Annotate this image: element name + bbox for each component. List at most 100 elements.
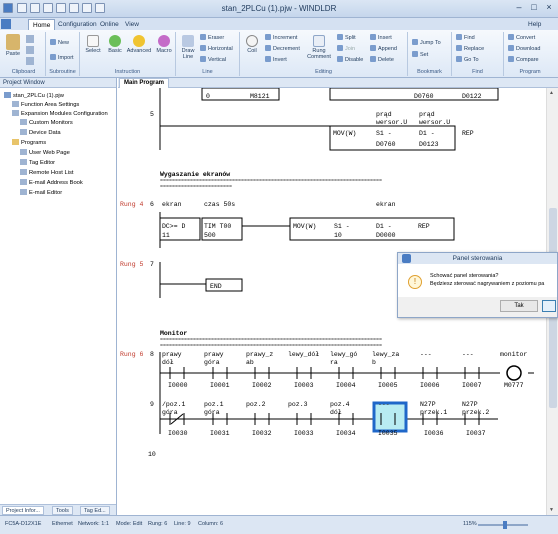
compare-button[interactable]: Compare [508, 56, 539, 63]
tree-item[interactable]: Remote Host List [20, 169, 73, 177]
tab-tag-editor[interactable]: Tag Ed... [80, 506, 110, 515]
minimize-button[interactable]: – [512, 2, 526, 14]
comment: prąd [376, 111, 392, 118]
cut-icon[interactable] [26, 35, 34, 43]
rung-comment-button[interactable]: Rung Comment [306, 35, 332, 60]
comment: N27P [462, 401, 478, 408]
contact-address[interactable]: I0036 [424, 430, 444, 437]
coil-button[interactable]: Coil [242, 35, 262, 54]
vertical-button[interactable]: Vertical [200, 56, 226, 63]
close-button[interactable]: × [542, 2, 556, 14]
tree-item[interactable]: Function Area Settings [12, 101, 79, 109]
tree-item[interactable]: Tag Editor [20, 159, 55, 167]
contact-address[interactable]: I0005 [378, 382, 398, 389]
draw-line-button[interactable]: Draw Line [178, 35, 198, 60]
contact-address[interactable]: I0000 [168, 382, 188, 389]
coil-monitor[interactable] [506, 365, 522, 381]
scroll-up-icon[interactable]: ▲ [549, 90, 556, 96]
new-subroutine-button[interactable]: New [50, 39, 69, 46]
insert-button[interactable]: Insert [370, 34, 392, 41]
tree-item[interactable]: Device Data [20, 129, 61, 137]
contact-address[interactable]: I0033 [294, 430, 314, 437]
macro-button[interactable]: Macro [154, 35, 174, 54]
tab-project-info[interactable]: Project Infor... [2, 506, 44, 515]
operand: 0 [206, 93, 210, 100]
comment: poz.2 [246, 401, 266, 408]
jump-to-button[interactable]: Jump To [412, 39, 441, 46]
tab-view[interactable]: View [121, 19, 143, 30]
operand: D0760 [414, 93, 434, 100]
no-button[interactable] [542, 300, 556, 312]
find-button[interactable]: Find [456, 34, 475, 41]
tab-home[interactable]: Home [28, 19, 56, 30]
operand: REP [418, 223, 430, 230]
tree-item[interactable]: User Web Page [20, 149, 70, 157]
scroll-down-icon[interactable]: ▼ [549, 507, 556, 513]
tree-item[interactable]: E-mail Editor [20, 189, 62, 197]
append-button[interactable]: Append [370, 45, 397, 52]
coil-address[interactable]: M0777 [504, 382, 524, 389]
contact-address[interactable]: I0035 [378, 430, 398, 437]
maximize-button[interactable]: □ [527, 2, 541, 14]
contact-address[interactable]: I0003 [294, 382, 314, 389]
split-button[interactable]: Split [337, 34, 356, 41]
join-button[interactable]: Join [337, 45, 355, 52]
contact-address[interactable]: I0007 [462, 382, 482, 389]
contact-address[interactable]: I0004 [336, 382, 356, 389]
contact-address[interactable]: I0006 [420, 382, 440, 389]
contact-address[interactable]: I0034 [336, 430, 356, 437]
select-button[interactable]: Select [83, 35, 103, 54]
find-group: Find Replace Go To Find [452, 32, 504, 76]
app-icon [402, 254, 411, 263]
disable-button[interactable]: Disable [337, 56, 363, 63]
contact-address[interactable]: I0031 [210, 430, 230, 437]
go-to-button[interactable]: Go To [456, 56, 479, 63]
replace-button[interactable]: Replace [456, 45, 484, 52]
compare-instruction[interactable]: DC>= D [162, 223, 186, 230]
help-button[interactable]: Help [524, 19, 545, 30]
comment: przek.2 [462, 409, 489, 416]
operand: REP [462, 130, 474, 137]
tree-item[interactable]: Programs [12, 139, 46, 147]
instruction-mov[interactable]: MOV(W) [333, 130, 356, 137]
tab-configuration[interactable]: Configuration [54, 19, 101, 30]
app-menu-button[interactable] [1, 19, 11, 29]
tab-main-program[interactable]: Main Program [119, 78, 170, 88]
basic-button[interactable]: Basic [105, 35, 125, 54]
tree-root[interactable]: stan_2PLCu (1).pjw [4, 92, 64, 100]
set-bookmark-button[interactable]: Set [412, 51, 428, 58]
rung-comment-icon [313, 35, 325, 47]
contact-address[interactable]: I0030 [168, 430, 188, 437]
increment-button[interactable]: Increment [265, 34, 297, 41]
host-icon [20, 169, 27, 175]
contact-address[interactable]: I0002 [252, 382, 272, 389]
tab-tools[interactable]: Tools [52, 506, 73, 515]
tree-item[interactable]: Custom Monitors [20, 119, 73, 127]
decrement-button[interactable]: Decrement [265, 45, 300, 52]
instruction-mov[interactable]: MOV(W) [293, 223, 316, 230]
copy-icon[interactable] [26, 46, 34, 54]
contact-address[interactable]: I0037 [466, 430, 486, 437]
delete-icon[interactable] [26, 57, 34, 65]
window-title: stan_2PLCu (1).pjw - WINDLDR [221, 4, 337, 13]
project-tabs: Project Infor... Tools Tag Ed... [0, 504, 116, 515]
contact-address[interactable]: I0032 [252, 430, 272, 437]
tab-online[interactable]: Online [96, 19, 123, 30]
advanced-button[interactable]: Advanced [126, 35, 152, 54]
import-subroutine-button[interactable]: Import [50, 54, 74, 61]
timer-instruction[interactable]: TIM T00 [204, 223, 231, 230]
download-button[interactable]: Download [508, 45, 540, 52]
tree-item[interactable]: E-mail Address Book [20, 179, 83, 187]
horizontal-button[interactable]: Horizontal [200, 45, 233, 52]
convert-button[interactable]: Convert [508, 34, 535, 41]
delete-button[interactable]: Delete [370, 56, 394, 63]
zoom-slider-thumb[interactable] [503, 521, 507, 529]
tree-item[interactable]: Expansion Modules Configuration [12, 110, 108, 118]
invert-button[interactable]: Invert [265, 56, 287, 63]
end-instruction[interactable]: END [210, 283, 222, 290]
contact-address[interactable]: I0001 [210, 382, 230, 389]
yes-button[interactable]: Tak [500, 300, 538, 312]
eraser-button[interactable]: Eraser [200, 34, 224, 41]
paste-button[interactable]: Paste [4, 34, 22, 57]
comment: N27P [420, 401, 436, 408]
